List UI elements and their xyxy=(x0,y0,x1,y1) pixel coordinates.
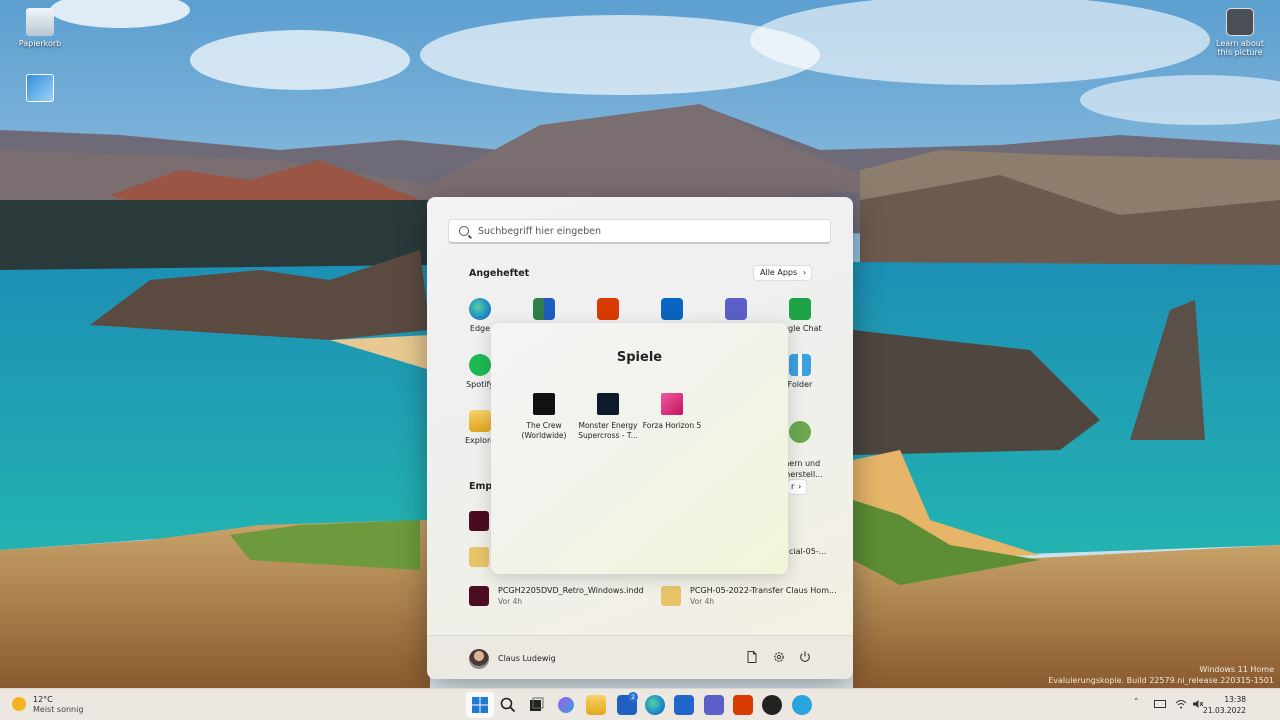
folder-title[interactable]: Spiele xyxy=(491,350,788,365)
folder-icon xyxy=(661,586,681,606)
office-icon[interactable] xyxy=(733,695,753,715)
the-crew-icon xyxy=(533,393,555,415)
camera-icon xyxy=(1226,8,1254,36)
recycle-bin-icon xyxy=(26,8,54,36)
taskbar-clock[interactable]: 13:38 21.03.2022 xyxy=(1203,694,1246,716)
desktop-icon-learn-about-picture[interactable]: Learn about this picture xyxy=(1208,8,1272,57)
edge-icon[interactable] xyxy=(645,695,665,715)
folder-app-forza[interactable]: Forza Horizon 5 xyxy=(638,393,706,431)
start-icon[interactable] xyxy=(470,695,490,715)
control-panel-icon xyxy=(26,74,54,102)
power-icon[interactable] xyxy=(798,650,812,664)
office-folder-icon xyxy=(533,298,555,320)
pinned-app-teams[interactable] xyxy=(704,298,768,324)
teams-icon xyxy=(725,298,747,320)
wifi-icon[interactable] xyxy=(1175,699,1187,709)
pinned-section-title: Angeheftet xyxy=(469,268,530,279)
evaluation-watermark: Windows 11 Home Evaluierungskopie. Build… xyxy=(1048,665,1274,685)
user-name[interactable]: Claus Ludewig xyxy=(498,654,556,663)
office-icon xyxy=(597,298,619,320)
indesign-icon xyxy=(469,586,489,606)
documents-icon[interactable] xyxy=(745,650,759,664)
snipping-icon[interactable] xyxy=(558,697,574,713)
apps-folder-icon xyxy=(789,354,811,376)
search-icon[interactable] xyxy=(498,695,518,715)
more-button[interactable]: r › xyxy=(787,479,808,495)
sun-icon xyxy=(12,697,26,711)
notification-badge: 2 xyxy=(628,692,638,702)
weather-widget[interactable]: 12°C Meist sonnig xyxy=(12,695,83,714)
settings-icon[interactable] xyxy=(772,650,786,664)
folder-app-supercross[interactable]: Monster Energy Supercross - T... xyxy=(574,393,642,441)
supercross-icon xyxy=(597,393,619,415)
all-apps-button[interactable]: Alle Apps › xyxy=(753,265,813,281)
folder-icon xyxy=(469,547,489,567)
pinned-app-office[interactable] xyxy=(576,298,640,324)
edge-icon xyxy=(469,298,491,320)
network-adapter-icon[interactable] xyxy=(1154,699,1166,709)
media-player-icon[interactable] xyxy=(762,695,782,715)
teams-icon[interactable] xyxy=(704,695,724,715)
outlook-icon xyxy=(661,298,683,320)
forza-icon xyxy=(661,393,683,415)
indesign-icon xyxy=(469,511,489,531)
task-view-icon[interactable] xyxy=(526,695,546,715)
desktop-icon-recycle-bin[interactable]: Papierkorb xyxy=(8,8,72,48)
recommended-item-indd[interactable]: PCGH2205DVD_Retro_Windows.indd Vor 4h xyxy=(469,586,644,606)
games-folder-popup: Spiele The Crew (Worldwide) Monster Ener… xyxy=(491,323,788,574)
spotify-icon xyxy=(469,354,491,376)
folder-app-the-crew[interactable]: The Crew (Worldwide) xyxy=(510,393,578,441)
start-search-input[interactable]: Suchbegriff hier eingeben xyxy=(448,219,831,244)
backup-restore-icon xyxy=(789,421,811,443)
chevron-right-icon: › xyxy=(798,482,802,491)
recommended-item[interactable]: cial-05-... xyxy=(789,547,826,556)
ms-store-icon[interactable] xyxy=(674,695,694,715)
chevron-right-icon: › xyxy=(802,268,807,277)
desktop-icon-control-panel[interactable] xyxy=(8,74,72,105)
telegram-icon[interactable] xyxy=(792,695,812,715)
taskbar: 12°C Meist sonnig 2 ˄ 13:38 21.03.2022 xyxy=(0,688,1280,720)
start-menu-footer: Claus Ludewig xyxy=(427,635,853,679)
search-icon xyxy=(459,226,469,236)
chevron-up-icon[interactable]: ˄ xyxy=(1134,698,1139,708)
recommended-item-folder[interactable]: PCGH-05-2022-Transfer Claus Hom... Vor 4… xyxy=(661,586,837,606)
google-chat-icon xyxy=(789,298,811,320)
pinned-app-office-folder[interactable] xyxy=(512,298,576,324)
avatar[interactable] xyxy=(469,649,489,669)
file-explorer-icon[interactable] xyxy=(586,695,606,715)
file-explorer-icon xyxy=(469,410,491,432)
pinned-app-outlook[interactable] xyxy=(640,298,704,324)
